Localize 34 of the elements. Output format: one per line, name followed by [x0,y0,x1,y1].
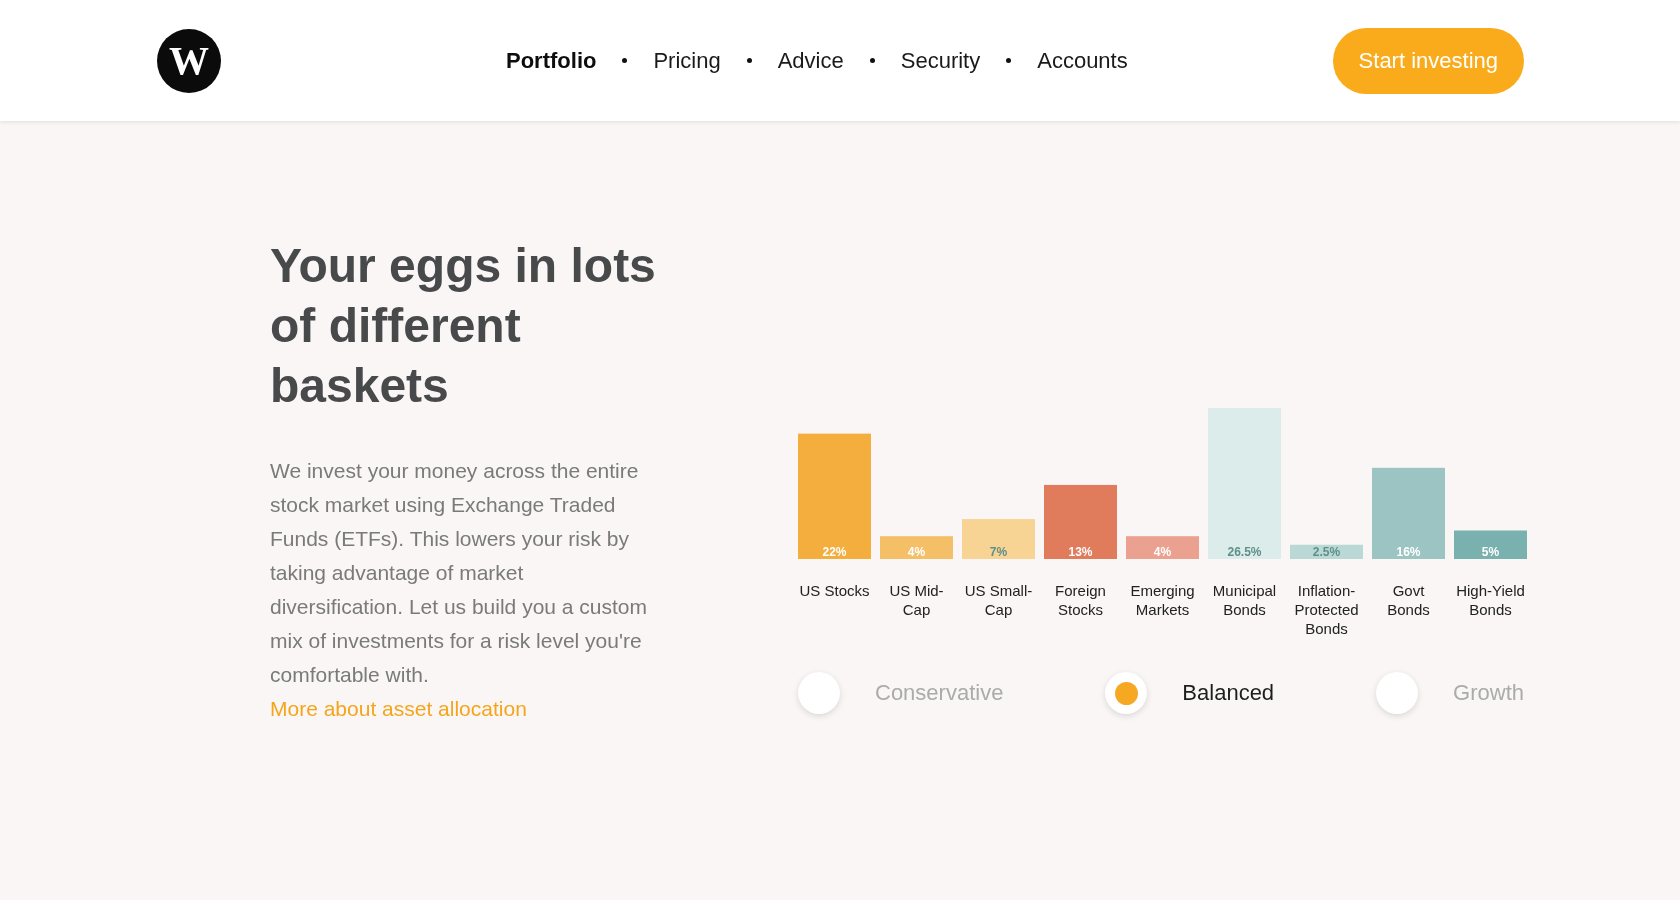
bar-value-label: 26.5% [1227,545,1262,559]
category-label: High-Yield Bonds [1455,581,1526,620]
category-label: US Mid-Cap [888,581,945,620]
nav-link[interactable]: Security [900,47,981,74]
category-label: Govt Bonds [1386,581,1431,620]
dot-separator-icon [1006,58,1012,63]
bar-value-label: 4% [907,545,926,559]
bar-value-label: 13% [1068,545,1093,559]
nav-link[interactable]: Portfolio [506,47,597,74]
category-label: US Small-Cap [963,581,1034,620]
dot-separator-icon [622,58,628,63]
bar-value-label: 2.5% [1312,545,1341,559]
bar-value-label: 16% [1396,545,1421,559]
category-label: Foreign Stocks [1054,581,1107,620]
radio-button[interactable] [1105,672,1148,714]
nav-link[interactable]: Advice [777,47,844,74]
radio-button[interactable] [1376,672,1419,714]
bar-value-label: 4% [1153,545,1172,559]
category-label: Municipal Bonds [1211,581,1278,620]
category-label: Inflation-Protected Bonds [1293,581,1360,638]
category-label: Emerging Markets [1129,581,1196,620]
dot-separator-icon [869,58,875,63]
radio-button[interactable] [798,672,840,714]
nav-link[interactable]: Accounts [1037,47,1128,74]
bar-value-label: 22% [822,545,847,559]
logo[interactable]: W [157,28,221,93]
risk-level-label[interactable]: Balanced [1182,680,1275,706]
hero-heading: Your eggs in lots of different baskets [270,238,657,414]
bar-value-label: 5% [1481,545,1500,559]
bar-value-label: 7% [989,545,1008,559]
dot-separator-icon [746,58,752,63]
nav-link[interactable]: Pricing [653,47,721,74]
hero-paragraph: We invest your money across the entire stock market using Exchange Traded Funds (ETFs). This lowers your risk by taking advantage of market diversification. Let us build you a custom mix of investments for a risk level you're comfortable with. [270,458,649,688]
category-label: US Stocks [798,581,871,601]
